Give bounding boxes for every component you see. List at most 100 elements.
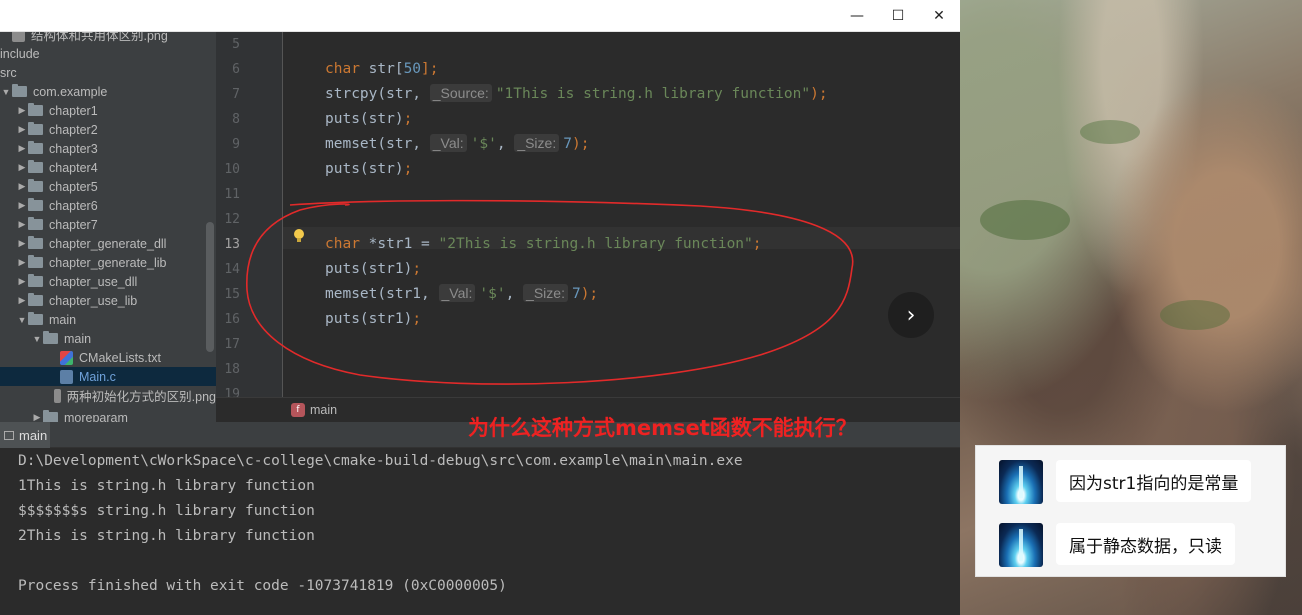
- parameter-hint: _Val:: [429, 134, 467, 152]
- chevron-down-icon[interactable]: ▼: [0, 87, 12, 97]
- close-button[interactable]: ✕: [922, 4, 956, 28]
- tree-item[interactable]: src: [0, 63, 216, 82]
- tree-item[interactable]: CMakeLists.txt: [0, 348, 216, 367]
- folder-icon: [28, 217, 43, 230]
- line-number: 8: [232, 112, 240, 127]
- line-number: 17: [224, 337, 240, 352]
- chevron-right-icon[interactable]: ▶: [16, 257, 28, 268]
- code-token: );: [571, 136, 590, 152]
- chevron-right-icon[interactable]: ▶: [16, 162, 28, 173]
- avatar[interactable]: [999, 523, 1043, 567]
- code-line[interactable]: strcpy(str, _Source: "1This is string.h l…: [325, 82, 828, 107]
- window-titlebar: — ☐ ✕: [0, 0, 960, 32]
- code-token: char: [325, 61, 360, 77]
- folder-icon: [28, 103, 43, 116]
- gutter-divider: [282, 32, 283, 397]
- chevron-right-icon[interactable]: ▶: [16, 105, 28, 116]
- parameter-hint: _Size:: [514, 134, 560, 152]
- minimize-button[interactable]: —: [840, 4, 874, 28]
- code-editor[interactable]: 5 6 char str[50]; 7 strcpy(str, _Source: "1Th…: [216, 32, 960, 397]
- code-line[interactable]: char *str1 = "2This is string.h library …: [325, 232, 762, 257]
- chevron-right-icon[interactable]: ▶: [31, 412, 43, 422]
- console-line: $$$$$$$s string.h library function: [18, 503, 315, 519]
- tree-item[interactable]: ▶ chapter4: [0, 158, 216, 177]
- tree-item-label: chapter_generate_dll: [49, 236, 167, 251]
- chevron-right-icon[interactable]: ▶: [16, 181, 28, 192]
- tree-item[interactable]: ▶ chapter1: [0, 101, 216, 120]
- folder-icon: [43, 410, 58, 422]
- chevron-right-icon[interactable]: ▶: [16, 295, 28, 306]
- chat-message: 属于静态数据，只读: [976, 521, 1287, 567]
- tree-item[interactable]: ▶ chapter_generate_dll: [0, 234, 216, 253]
- tree-item[interactable]: ▼ main: [0, 310, 216, 329]
- tree-item[interactable]: ▶ chapter5: [0, 177, 216, 196]
- code-line[interactable]: puts(str1);: [325, 257, 421, 282]
- code-line[interactable]: puts(str);: [325, 107, 412, 132]
- code-line[interactable]: char str[50];: [325, 57, 439, 82]
- code-line[interactable]: memset(str, _Val: '$', _Size: 7);: [325, 132, 589, 157]
- next-arrow-button[interactable]: ›: [888, 292, 934, 338]
- lightbulb-icon[interactable]: [294, 229, 304, 242]
- chevron-down-icon[interactable]: ▼: [16, 315, 28, 325]
- tree-item[interactable]: ▶ chapter_use_dll: [0, 272, 216, 291]
- code-line[interactable]: memset(str1, _Val: '$', _Size: 7);: [325, 282, 598, 307]
- run-tab-main[interactable]: main: [0, 422, 50, 448]
- chevron-down-icon[interactable]: ▼: [31, 334, 43, 344]
- tree-item[interactable]: ▶ chapter2: [0, 120, 216, 139]
- code-token: puts(str): [325, 111, 404, 127]
- avatar[interactable]: [999, 460, 1043, 504]
- folder-icon: [28, 293, 43, 306]
- chevron-right-icon[interactable]: ▶: [16, 276, 28, 287]
- tree-item-label: chapter3: [49, 141, 98, 156]
- chevron-right-icon: ›: [906, 302, 916, 328]
- line-number: 12: [224, 212, 240, 227]
- code-token: strcpy(str,: [325, 86, 430, 102]
- tree-item[interactable]: ▶ chapter7: [0, 215, 216, 234]
- cmake-file-icon: [60, 350, 73, 365]
- chevron-right-icon[interactable]: ▶: [16, 143, 28, 154]
- chevron-right-icon[interactable]: ▶: [16, 124, 28, 135]
- chevron-right-icon[interactable]: ▶: [16, 200, 28, 211]
- code-line[interactable]: puts(str1);: [325, 307, 421, 332]
- tree-item[interactable]: ▶ moreparam: [0, 408, 216, 422]
- folder-icon: [28, 122, 43, 135]
- code-token: ;: [412, 311, 422, 327]
- line-number: 18: [224, 362, 240, 377]
- tree-item[interactable]: Main.c: [0, 367, 216, 386]
- code-token: );: [810, 86, 828, 102]
- console-icon: [4, 430, 14, 440]
- code-token: puts(str): [325, 161, 404, 177]
- code-token: *str1 =: [359, 236, 439, 252]
- run-console[interactable]: D:\Development\cWorkSpace\c-college\cmak…: [0, 448, 960, 615]
- code-token: str[: [359, 61, 404, 77]
- tree-item-label: chapter4: [49, 160, 98, 175]
- c-file-icon: [60, 369, 73, 384]
- code-token: ;: [412, 261, 422, 277]
- code-token: 7: [571, 286, 581, 302]
- code-line[interactable]: puts(str);: [325, 157, 412, 182]
- chevron-right-icon[interactable]: ▶: [16, 219, 28, 230]
- breadcrumb-function[interactable]: main: [310, 403, 337, 417]
- background-detail: [1160, 300, 1230, 330]
- tree-item[interactable]: ▶ chapter_generate_lib: [0, 253, 216, 272]
- tree-item[interactable]: 结构体和共用体区别.png: [0, 32, 216, 44]
- question-annotation: 为什么这种方式memset函数不能执行？: [468, 416, 857, 440]
- tree-item[interactable]: ▶ chapter6: [0, 196, 216, 215]
- code-token: ;: [752, 236, 762, 252]
- tree-item-label: main: [49, 312, 77, 327]
- code-token: puts(str1): [325, 311, 413, 327]
- chat-bubble: 因为str1指向的是常量: [1056, 460, 1252, 502]
- image-file-icon: [12, 32, 25, 42]
- tree-item[interactable]: ▼ main: [0, 329, 216, 348]
- tree-item[interactable]: ▶ chapter3: [0, 139, 216, 158]
- tree-item-label: 两种初始化方式的区别.png: [66, 390, 216, 404]
- chevron-right-icon[interactable]: ▶: [16, 238, 28, 249]
- maximize-button[interactable]: ☐: [881, 4, 915, 28]
- line-number: 5: [232, 37, 240, 52]
- chat-bubble: 属于静态数据，只读: [1056, 523, 1235, 565]
- tree-item[interactable]: ▶ chapter_use_lib: [0, 291, 216, 310]
- project-tree: 结构体和共用体区别.png include src ▼ com.example ▶ chap…: [0, 32, 216, 422]
- tree-item[interactable]: ▼ com.example: [0, 82, 216, 101]
- tree-item[interactable]: 两种初始化方式的区别.png: [0, 386, 216, 405]
- tree-item[interactable]: include: [0, 44, 216, 63]
